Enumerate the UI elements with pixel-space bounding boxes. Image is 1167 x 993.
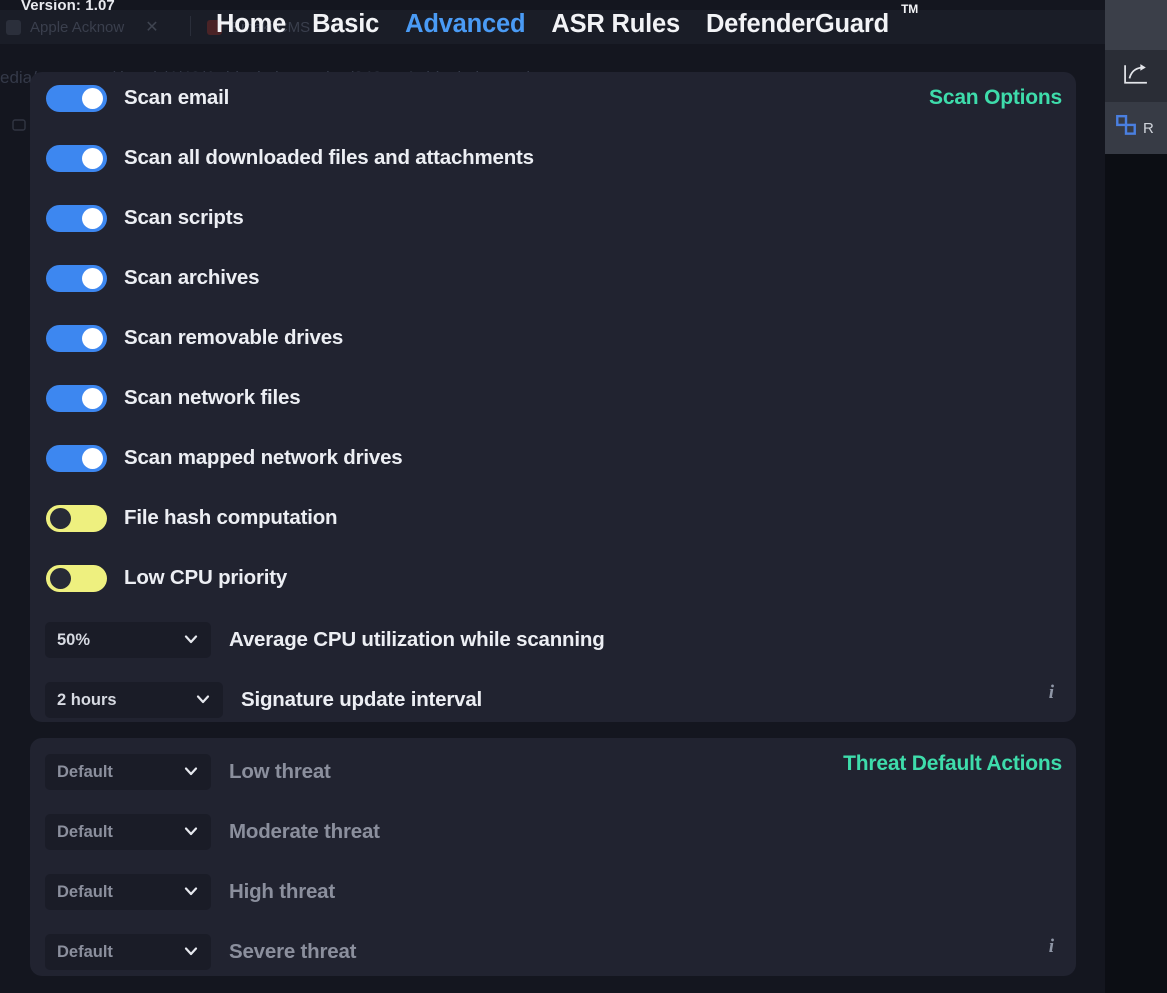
side-panel-body	[1105, 154, 1167, 993]
toggle-label: File hash computation	[124, 506, 338, 529]
toggle-file-hash-computation[interactable]	[46, 504, 107, 532]
scan-options-title: Scan Options	[929, 86, 1062, 109]
threat-row-high: Default High threat	[45, 872, 335, 912]
threat-default-actions-card: Threat Default Actions Default Low threa…	[30, 738, 1076, 976]
chevron-down-icon	[183, 763, 199, 779]
toggle-knob	[82, 147, 103, 169]
select-value: Default	[57, 822, 113, 841]
select-signature-update-interval[interactable]: 2 hours	[45, 682, 223, 718]
chevron-down-icon	[183, 943, 199, 959]
toggle-scan-mapped-drives[interactable]	[46, 444, 107, 472]
info-icon[interactable]: i	[1049, 682, 1054, 704]
toggle-label: Scan email	[124, 86, 230, 109]
nav-item-home[interactable]: Home	[203, 10, 299, 39]
toggle-row-scan-removable-drives[interactable]: Scan removable drives	[46, 318, 343, 358]
toggle-label: Scan scripts	[124, 206, 244, 229]
toggle-row-scan-scripts[interactable]: Scan scripts	[46, 198, 244, 238]
toggle-row-scan-email[interactable]: Scan email	[46, 78, 229, 118]
nav-item-asr-rules[interactable]: ASR Rules	[538, 10, 693, 39]
select-value: 2 hours	[57, 690, 117, 709]
app-version-label: Version: 1.07	[21, 0, 115, 14]
toggle-knob	[50, 567, 71, 589]
threat-label: Low threat	[229, 760, 331, 783]
app-brand-title: DefenderGuard TM	[693, 2, 918, 39]
info-icon[interactable]: i	[1049, 936, 1054, 958]
toggle-row-scan-network-files[interactable]: Scan network files	[46, 378, 301, 418]
trademark-symbol: TM	[901, 2, 918, 16]
toggle-low-cpu-priority[interactable]	[46, 564, 107, 592]
select-value: Default	[57, 762, 113, 781]
chevron-down-icon	[183, 631, 199, 647]
toggle-knob	[82, 387, 103, 409]
side-panel-label: R	[1143, 119, 1154, 137]
threat-row-severe: Default Severe threat	[45, 932, 357, 972]
toggle-knob	[82, 207, 103, 229]
select-label: Signature update interval	[241, 688, 483, 711]
toggle-label: Scan mapped network drives	[124, 446, 403, 469]
toggle-knob	[82, 267, 103, 289]
toggle-scan-downloads[interactable]	[46, 144, 107, 172]
select-row-cpu-utilization: 50% Average CPU utilization while scanni…	[45, 620, 605, 660]
toggle-scan-email[interactable]	[46, 84, 107, 112]
toggle-scan-removable-drives[interactable]	[46, 324, 107, 352]
threat-label: High threat	[229, 880, 335, 903]
select-value: 50%	[57, 630, 91, 649]
figma-icon	[1115, 114, 1137, 143]
select-cpu-utilization[interactable]: 50%	[45, 622, 211, 658]
toggle-row-scan-mapped-drives[interactable]: Scan mapped network drives	[46, 438, 403, 478]
side-panel-header	[1105, 0, 1167, 50]
screen-root: Apple Acknow ✕ Emaki CMS edia/commons/th…	[0, 0, 1167, 993]
toggle-label: Scan all downloaded files and attachment…	[124, 146, 534, 169]
browser-side-panel: R	[1105, 0, 1167, 993]
main-navigation: Home Basic Advanced ASR Rules DefenderGu…	[0, 0, 1105, 53]
toggle-row-low-cpu-priority[interactable]: Low CPU priority	[46, 558, 287, 598]
toggle-label: Scan removable drives	[124, 326, 344, 349]
chevron-down-icon	[195, 691, 211, 707]
toggle-knob	[82, 87, 103, 109]
threat-row-moderate: Default Moderate threat	[45, 812, 380, 852]
threat-row-low: Default Low threat	[45, 752, 331, 792]
app-brand-text: DefenderGuard	[705, 10, 889, 38]
scan-options-card: Scan Options Scan email Scan all downloa…	[30, 72, 1076, 722]
select-moderate-threat-action[interactable]: Default	[45, 814, 211, 850]
select-value: Default	[57, 882, 113, 901]
defenderguard-app: Version: 1.07 Home Basic Advanced ASR Ru…	[0, 0, 1167, 993]
bookmark-icon	[11, 117, 27, 133]
select-high-threat-action[interactable]: Default	[45, 874, 211, 910]
side-panel-action[interactable]	[1105, 50, 1167, 102]
select-row-signature-update-interval: 2 hours Signature update interval	[45, 680, 482, 720]
chevron-down-icon	[183, 883, 199, 899]
select-low-threat-action[interactable]: Default	[45, 754, 211, 790]
toggle-knob	[82, 447, 103, 469]
threat-label: Severe threat	[229, 940, 357, 963]
toggle-row-file-hash-computation[interactable]: File hash computation	[46, 498, 338, 538]
select-value: Default	[57, 942, 113, 961]
toggle-scan-scripts[interactable]	[46, 204, 107, 232]
select-label: Average CPU utilization while scanning	[229, 628, 605, 651]
toggle-scan-network-files[interactable]	[46, 384, 107, 412]
nav-item-basic[interactable]: Basic	[299, 10, 392, 39]
side-panel-item[interactable]: R	[1105, 102, 1167, 154]
toggle-row-scan-archives[interactable]: Scan archives	[46, 258, 259, 298]
toggle-label: Scan archives	[124, 266, 260, 289]
select-severe-threat-action[interactable]: Default	[45, 934, 211, 970]
toggle-label: Scan network files	[124, 386, 301, 409]
nav-item-advanced[interactable]: Advanced	[392, 10, 538, 39]
threat-default-actions-title: Threat Default Actions	[843, 752, 1062, 775]
chevron-down-icon	[183, 823, 199, 839]
toggle-knob	[82, 327, 103, 349]
threat-label: Moderate threat	[229, 820, 380, 843]
share-arrow-icon	[1121, 62, 1151, 91]
toggle-scan-archives[interactable]	[46, 264, 107, 292]
toggle-row-scan-downloads[interactable]: Scan all downloaded files and attachment…	[46, 138, 534, 178]
toggle-label: Low CPU priority	[124, 566, 288, 589]
toggle-knob	[50, 507, 71, 529]
